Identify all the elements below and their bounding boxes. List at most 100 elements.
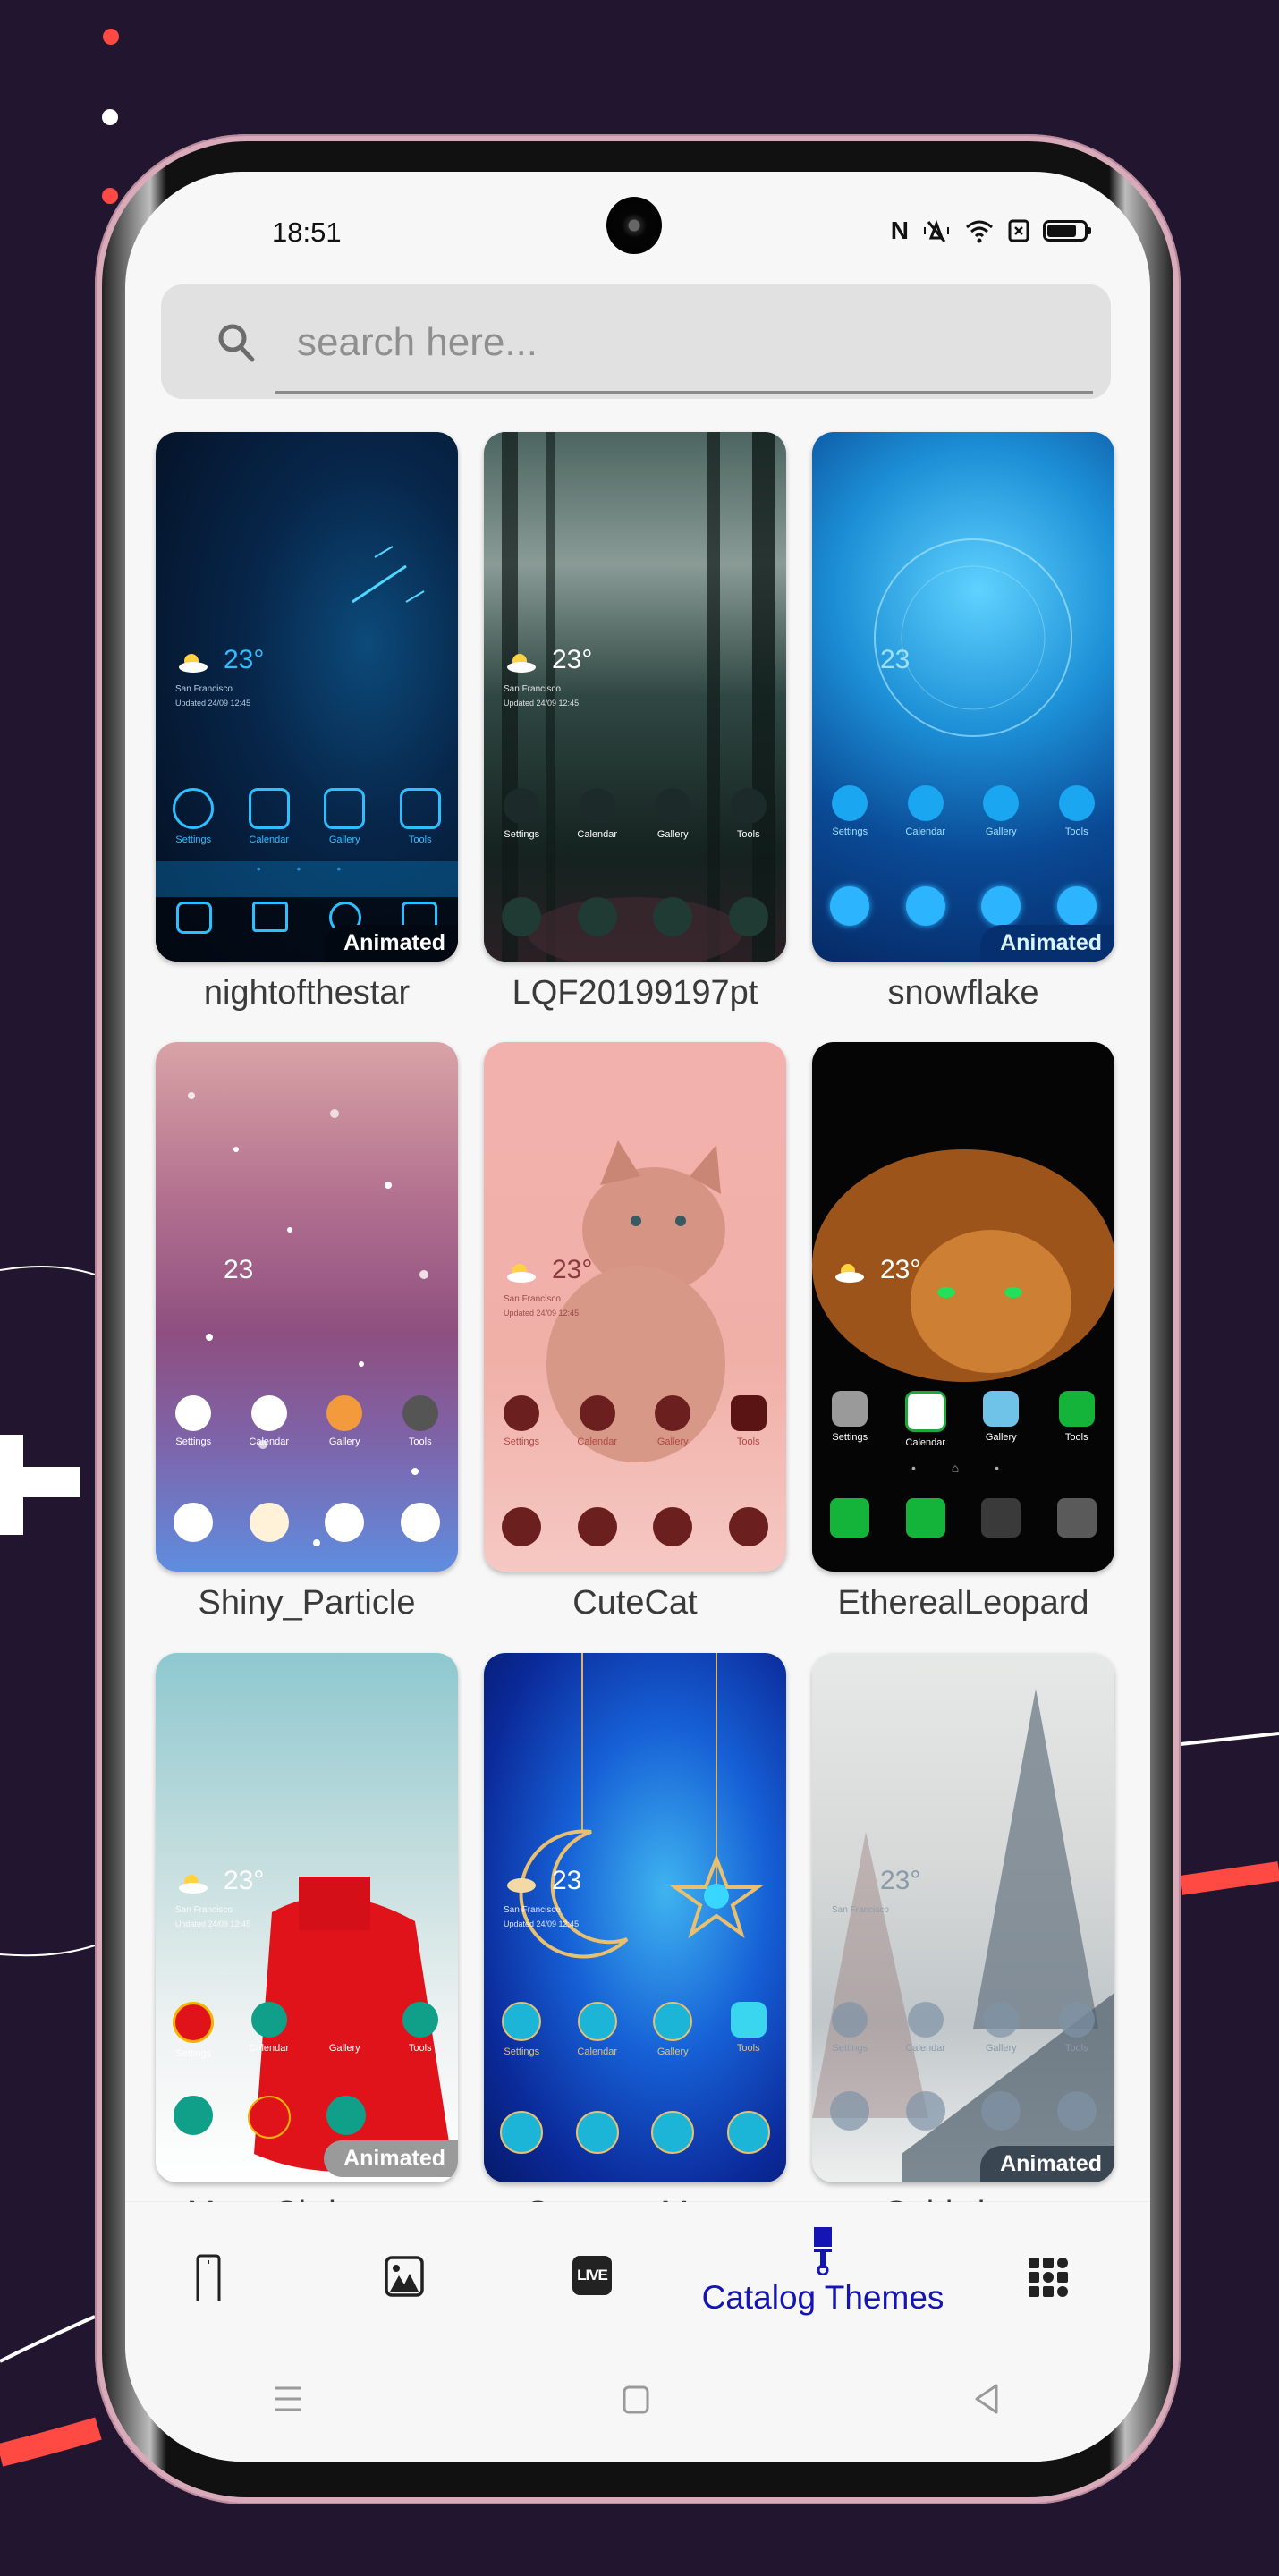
- theme-thumbnail[interactable]: 23 Settings Calendar Gallery Tools Anima…: [812, 432, 1114, 962]
- phone-outline-icon: [196, 2254, 221, 2301]
- paw-calendar-icon: [579, 1395, 615, 1431]
- messages-icon: [905, 1498, 945, 1538]
- preview-app: Gallery: [313, 788, 376, 845]
- animated-badge: Animated: [980, 925, 1114, 962]
- system-navigation-bar: [125, 2381, 1150, 2435]
- theme-thumbnail[interactable]: 23° San Francisco Settings Calendar Gall…: [812, 1653, 1114, 2182]
- page-indicator: • ⌂ •: [911, 1461, 1016, 1475]
- preview-dock: [484, 1507, 786, 1546]
- theme-card[interactable]: 23° San Francisco Settings Calendar Gall…: [812, 1653, 1114, 2233]
- bottom-navigation: LIVE Catalog Themes: [125, 2202, 1150, 2462]
- browser-icon: [651, 2111, 695, 2154]
- paw-camera-icon: [728, 1507, 768, 1546]
- preview-app: Tools: [1046, 785, 1108, 837]
- back-button[interactable]: [973, 2383, 1000, 2419]
- mail-icon: [252, 902, 289, 932]
- theme-thumbnail[interactable]: 23° Settings Calendar Gallery Tools • ⌂ …: [812, 1042, 1114, 1572]
- weather-sun-cloud-icon: [507, 654, 536, 673]
- theme-thumbnail[interactable]: 23° San Francisco Updated 24/09 12:45 Se…: [156, 1653, 458, 2182]
- weather-updated: Updated 24/09 12:45: [504, 699, 580, 708]
- tab-catalog-themes[interactable]: Catalog Themes: [702, 2227, 944, 2317]
- messages-icon: [905, 2091, 945, 2131]
- preview-app: Settings: [162, 1395, 224, 1447]
- tools-icon: [1058, 785, 1095, 821]
- theme-thumbnail[interactable]: 23° San Francisco Updated 24/09 12:45 Se…: [484, 1042, 786, 1572]
- weather-updated: Updated 24/09 12:45: [504, 1919, 580, 1928]
- preview-app-row: Settings Calendar Gallery Tools: [484, 788, 786, 840]
- paw-phone-icon: [502, 1507, 542, 1546]
- theme-name: CuteCat: [572, 1584, 698, 1622]
- theme-card[interactable]: 23° San Francisco Updated 24/09 12:45 Se…: [484, 1042, 786, 1622]
- theme-card[interactable]: 23° Settings Calendar Gallery Tools • ⌂ …: [812, 1042, 1114, 1622]
- preview-app: Tools: [389, 788, 452, 845]
- settings-icon: [832, 785, 868, 821]
- tab-more[interactable]: [1029, 2258, 1068, 2297]
- tools-icon: [402, 2002, 438, 2038]
- preview-app-row: Settings Calendar Gallery Tools: [484, 1395, 786, 1447]
- preview-dock: [484, 2111, 786, 2154]
- theme-thumbnail[interactable]: 23 Settings Calendar Gallery Tools: [156, 1042, 458, 1572]
- search-input[interactable]: [295, 309, 1086, 376]
- preview-app: Gallery: [313, 2002, 376, 2059]
- preview-dock: [812, 2091, 1114, 2131]
- theme-card[interactable]: 23 Settings Calendar Gallery Tools Anima…: [812, 432, 1114, 1012]
- weather-temp: 23°: [552, 645, 593, 674]
- tab-wallpapers[interactable]: [385, 2256, 424, 2297]
- weather-temp: 23°: [224, 1866, 265, 1895]
- settings-icon: [832, 2002, 868, 2038]
- nfc-icon: N: [890, 216, 909, 244]
- preview-app: Calendar: [238, 1395, 301, 1447]
- theme-card[interactable]: 23° San Francisco Updated 24/09 12:45 Se…: [484, 432, 786, 1012]
- weather-temp: 23: [224, 1255, 254, 1284]
- search-bar[interactable]: [161, 284, 1111, 399]
- preview-app: Gallery: [970, 785, 1032, 837]
- recents-button[interactable]: [274, 2385, 302, 2418]
- tab-phone[interactable]: [195, 2254, 222, 2301]
- gallery-icon: [655, 788, 691, 824]
- tab-bar: LIVE Catalog Themes: [125, 2202, 1150, 2354]
- tab-live[interactable]: LIVE: [572, 2256, 612, 2295]
- settings-icon: [504, 788, 540, 824]
- search-icon[interactable]: [215, 320, 258, 363]
- theme-thumbnail[interactable]: 23 San Francisco Updated 24/09 12:45 Set…: [484, 1653, 786, 2182]
- theme-card[interactable]: 23° San Francisco Updated 24/09 12:45 Se…: [156, 432, 458, 1012]
- browser-icon: [981, 2091, 1021, 2131]
- camera-icon: [401, 2096, 441, 2135]
- weather-temp: 23°: [224, 645, 265, 674]
- home-button[interactable]: [622, 2385, 650, 2419]
- theme-card[interactable]: 23 San Francisco Updated 24/09 12:45 Set…: [484, 1653, 786, 2233]
- animated-badge: Animated: [324, 925, 458, 962]
- weather-updated: Updated 24/09 12:45: [175, 1919, 251, 1928]
- gallery-icon: [983, 785, 1020, 821]
- camera-icon: [726, 2111, 770, 2154]
- paw-messages-icon: [577, 1507, 617, 1546]
- calendar-icon: [904, 1391, 946, 1432]
- calendar-icon: [577, 2002, 617, 2041]
- preview-app: Settings: [162, 2002, 224, 2059]
- theme-thumbnail[interactable]: 23° San Francisco Updated 24/09 12:45 Se…: [484, 432, 786, 962]
- weather-location: San Francisco: [504, 684, 561, 694]
- weather-updated: Updated 24/09 12:45: [175, 699, 251, 708]
- calendar-icon: [579, 788, 615, 824]
- status-icons: N: [890, 216, 1091, 245]
- preview-app: Gallery: [970, 1391, 1032, 1448]
- forest-decoration: [502, 432, 775, 962]
- vibrate-icon: [924, 219, 949, 242]
- theme-name: LQF20199197pt: [512, 974, 758, 1012]
- phone-icon: [173, 2096, 213, 2135]
- animated-badge: Animated: [980, 2146, 1114, 2182]
- theme-card[interactable]: 23° San Francisco Updated 24/09 12:45 Se…: [156, 1653, 458, 2233]
- preview-app: Tools: [1046, 2002, 1108, 2054]
- settings-icon: [173, 788, 215, 829]
- theme-card[interactable]: 23 Settings Calendar Gallery Tools Shiny…: [156, 1042, 458, 1622]
- theme-thumbnail[interactable]: 23° San Francisco Updated 24/09 12:45 Se…: [156, 432, 458, 962]
- settings-icon: [832, 1391, 868, 1427]
- page-indicator: • • •: [256, 861, 358, 876]
- weather-temp: 23: [552, 1866, 582, 1895]
- sim-none-icon: [1008, 219, 1029, 242]
- weather-cloud-icon: [507, 1878, 536, 1893]
- settings-icon: [502, 2002, 542, 2041]
- preview-app: Calendar: [894, 1391, 957, 1448]
- shooting-star-decoration: [156, 546, 458, 962]
- animated-badge: Animated: [324, 2140, 458, 2177]
